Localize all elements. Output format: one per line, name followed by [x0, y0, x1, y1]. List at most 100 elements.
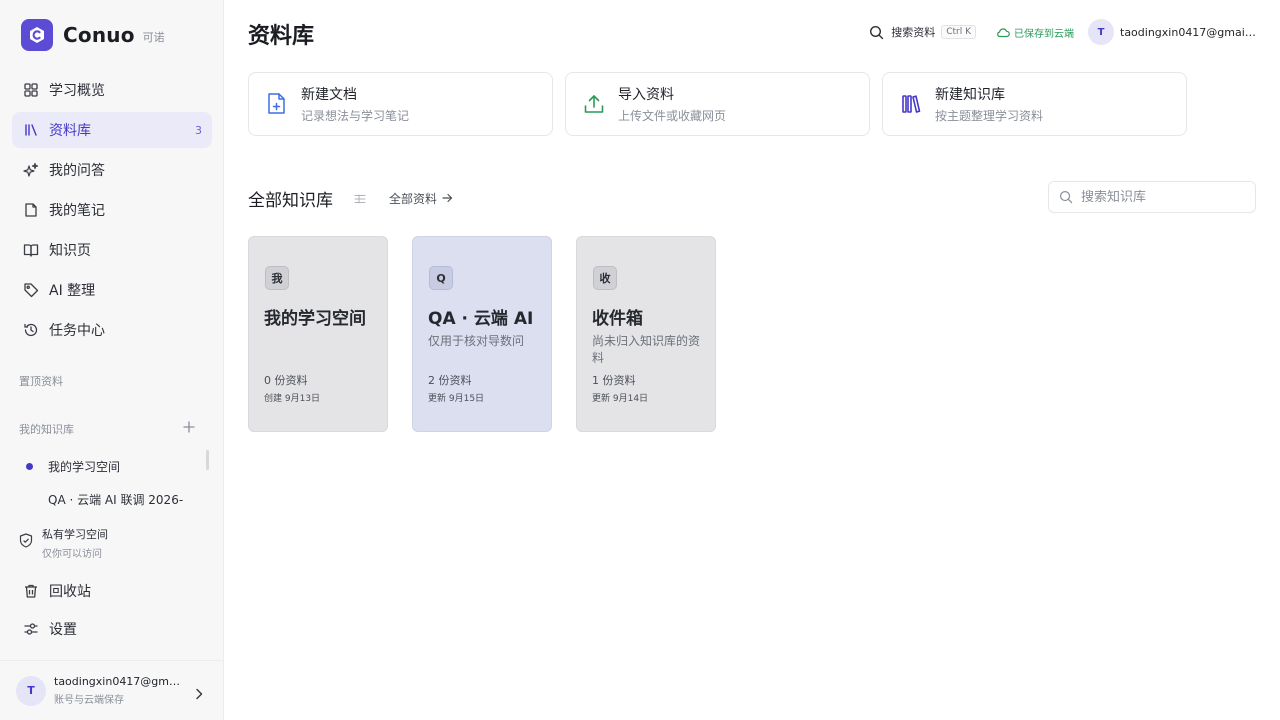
upload-icon	[582, 92, 606, 116]
nav-item-label: 学习概览	[49, 83, 105, 99]
all-materials-label: 全部资料	[389, 192, 438, 206]
new-knowledge-base-button[interactable]: 新建知识库 按主题整理学习资料	[882, 72, 1187, 136]
cloud-icon	[996, 27, 1010, 38]
add-knowledge-base-button[interactable]	[182, 420, 196, 434]
user-email: taodingxin0417@gmai...	[54, 675, 186, 688]
kb-card-badge: Q	[429, 266, 453, 290]
action-title: 新建知识库	[935, 87, 1005, 103]
kb-section-heading: 全部知识库	[248, 191, 333, 211]
brand-logo-icon	[21, 19, 53, 51]
note-icon	[22, 201, 40, 219]
sparkle-icon	[22, 161, 40, 179]
kb-search-field[interactable]	[1048, 181, 1256, 213]
kb-card-count: 0 份资料	[264, 374, 308, 387]
top-user-email: taodingxin0417@gmail...	[1120, 25, 1256, 39]
nav-item-knowledge-page[interactable]: 知识页	[12, 232, 212, 268]
action-subtitle: 按主题整理学习资料	[935, 109, 1044, 123]
search-icon	[1059, 190, 1073, 204]
kb-section-title: 我的知识库	[19, 423, 74, 436]
kb-card-count: 2 份资料	[428, 374, 472, 387]
trash-icon	[22, 582, 40, 600]
action-subtitle: 上传文件或收藏网页	[618, 109, 727, 123]
kb-card-title: 收件箱	[592, 309, 643, 329]
kb-card-count: 1 份资料	[592, 374, 636, 387]
private-space-title: 私有学习空间	[42, 528, 108, 541]
brand-subtitle: 可诺	[142, 31, 165, 44]
nav-item-label: 知识页	[49, 243, 91, 259]
import-material-button[interactable]: 导入资料 上传文件或收藏网页	[565, 72, 870, 136]
kb-list-item-label: 我的学习空间	[48, 459, 121, 474]
kb-card-title: QA · 云端 AI	[428, 309, 534, 329]
nav-item-library[interactable]: 资料库 3	[12, 112, 212, 148]
kb-card[interactable]: 收 收件箱 尚未归入知识库的资料 1 份资料 更新 9月14日	[576, 236, 716, 432]
avatar: T	[1088, 19, 1114, 45]
save-status: 已保存到云端	[996, 25, 1074, 40]
kb-card-description: 仅用于核对导数问	[428, 334, 525, 348]
kb-list-scrollbar[interactable]	[206, 450, 209, 470]
nav-item-ai-organize[interactable]: AI 整理	[12, 272, 212, 308]
kb-search-input[interactable]	[1081, 189, 1251, 205]
kb-card-date: 更新 9月14日	[592, 394, 649, 404]
library-icon	[899, 92, 923, 116]
settings-icon	[22, 620, 40, 638]
nav-item-overview[interactable]: 学习概览	[12, 72, 212, 108]
nav-item-label: 我的问答	[49, 163, 105, 179]
user-subtitle: 账号与云端保存	[54, 695, 124, 706]
search-icon	[869, 25, 884, 40]
kb-card[interactable]: 我 我的学习空间 0 份资料 创建 9月13日	[248, 236, 388, 432]
action-title: 新建文档	[301, 87, 357, 103]
top-bar: 搜索资料 Ctrl K 已保存到云端 T taodingxin0417@gmai…	[869, 18, 1256, 46]
kb-list-item[interactable]: 我的学习空间	[12, 452, 204, 480]
sidebar: Conuo 可诺 学习概览 资料库 3 我的问答 我的笔记 知识页 AI 整理 …	[0, 0, 224, 720]
kb-list-item-label: QA · 云端 AI 联调 2026-	[48, 492, 184, 507]
list-view-icon[interactable]	[353, 192, 367, 206]
action-subtitle: 记录想法与学习笔记	[301, 109, 410, 123]
library-icon	[22, 121, 40, 139]
private-space-note: 私有学习空间 仅你可以访问	[19, 526, 108, 560]
sidebar-user-card[interactable]: T taodingxin0417@gmai... 账号与云端保存	[0, 660, 223, 720]
search-shortcut: Ctrl K	[941, 25, 976, 39]
kb-card-badge: 收	[593, 266, 617, 290]
nav-item-label: 回收站	[49, 584, 91, 600]
kb-card-date: 创建 9月13日	[264, 394, 321, 404]
save-status-text: 已保存到云端	[1014, 28, 1074, 40]
book-icon	[22, 241, 40, 259]
shield-icon	[19, 533, 33, 560]
global-search-button[interactable]: 搜索资料 Ctrl K	[869, 24, 976, 40]
grid-icon	[22, 81, 40, 99]
main-nav: 学习概览 资料库 3 我的问答 我的笔记 知识页 AI 整理 任务中心	[12, 72, 212, 352]
kb-list-item[interactable]: QA · 云端 AI 联调 2026-	[12, 485, 204, 513]
nav-item-notes[interactable]: 我的笔记	[12, 192, 212, 228]
kb-card-description	[264, 333, 378, 363]
nav-item-settings[interactable]: 设置	[12, 612, 212, 646]
search-label: 搜索资料	[891, 26, 936, 39]
kb-card-grid: 我 我的学习空间 0 份资料 创建 9月13日 Q QA · 云端 AI 仅用于…	[248, 236, 740, 432]
kb-section-header: 全部知识库 全部资料	[248, 186, 453, 211]
nav-item-task-center[interactable]: 任务中心	[12, 312, 212, 348]
tag-icon	[22, 281, 40, 299]
plus-icon	[183, 418, 195, 437]
action-title: 导入资料	[618, 87, 674, 103]
history-icon	[22, 321, 40, 339]
new-document-button[interactable]: 新建文档 记录想法与学习笔记	[248, 72, 553, 136]
nav-item-qa[interactable]: 我的问答	[12, 152, 212, 188]
kb-card[interactable]: Q QA · 云端 AI 仅用于核对导数问 2 份资料 更新 9月15日	[412, 236, 552, 432]
nav-item-trash[interactable]: 回收站	[12, 574, 212, 608]
kb-card-badge: 我	[265, 266, 289, 290]
nav-item-label: 设置	[49, 622, 77, 638]
brand-name: Conuo	[63, 23, 135, 47]
kb-card-description: 尚未归入知识库的资料	[592, 334, 701, 363]
all-materials-link[interactable]: 全部资料	[389, 190, 453, 207]
avatar: T	[16, 675, 46, 706]
page-title: 资料库	[248, 24, 315, 49]
private-space-subtitle: 仅你可以访问	[42, 549, 102, 560]
nav-item-label: 我的笔记	[49, 203, 105, 219]
chevron-right-icon	[194, 685, 204, 704]
library-count-badge: 3	[195, 123, 202, 137]
top-user-menu[interactable]: T taodingxin0417@gmail...	[1088, 19, 1256, 45]
brand[interactable]: Conuo 可诺	[21, 19, 165, 51]
active-dot-icon	[26, 462, 33, 470]
nav-item-label: 任务中心	[49, 323, 105, 339]
bottom-nav: 回收站 设置	[12, 574, 212, 650]
kb-card-date: 更新 9月15日	[428, 394, 485, 404]
